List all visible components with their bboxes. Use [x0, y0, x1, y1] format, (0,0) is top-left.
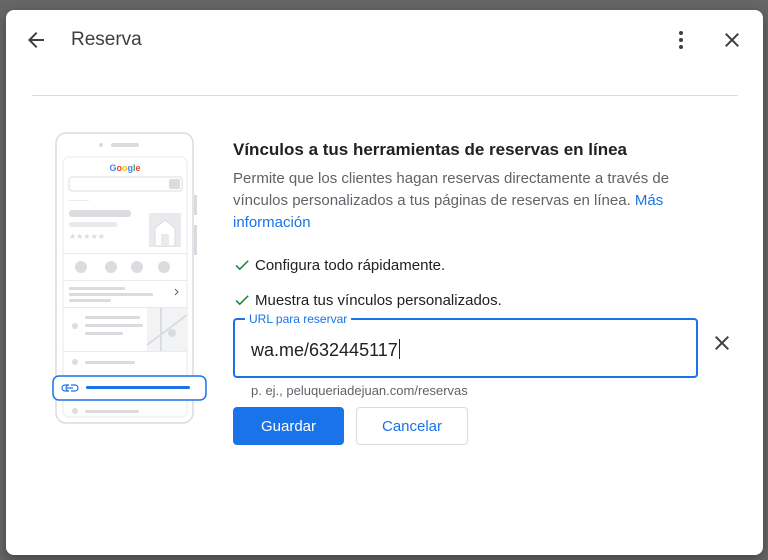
- header-divider: [32, 95, 738, 96]
- close-icon: [725, 33, 739, 47]
- check-icon: [235, 260, 249, 271]
- check-item: Configura todo rápidamente.: [233, 254, 723, 276]
- more-vert-icon: [679, 31, 683, 49]
- cancel-button[interactable]: Cancelar: [356, 407, 468, 445]
- clear-url-button[interactable]: [704, 325, 740, 361]
- booking-url-label: URL para reservar: [245, 312, 352, 326]
- url-hint: p. ej., peluqueriadejuan.com/reservas: [251, 383, 468, 398]
- main-content: Vínculos a tus herramientas de reservas …: [233, 138, 723, 311]
- back-button[interactable]: [18, 22, 54, 58]
- booking-dialog: Reserva Google ★★★★★ Vínculos a tus herr…: [6, 10, 763, 555]
- save-button[interactable]: Guardar: [233, 407, 344, 445]
- text-caret: [398, 339, 400, 359]
- close-button[interactable]: [714, 22, 750, 58]
- more-options-button[interactable]: [663, 22, 699, 58]
- dialog-header: Reserva: [6, 10, 763, 72]
- booking-url-field: URL para reservar wa.me/632445117: [233, 312, 698, 378]
- phone-illustration: Google ★★★★★: [51, 130, 211, 430]
- dialog-title: Reserva: [71, 29, 142, 50]
- svg-text:★★★★★: ★★★★★: [69, 232, 105, 241]
- booking-url-text: wa.me/632445117: [251, 340, 398, 360]
- section-heading: Vínculos a tus herramientas de reservas …: [233, 140, 628, 159]
- close-icon: [715, 336, 729, 350]
- section-description: Permite que los clientes hagan reservas …: [233, 168, 723, 234]
- booking-url-input[interactable]: URL para reservar wa.me/632445117: [233, 312, 698, 378]
- check-icon: [235, 295, 249, 306]
- arrow-back-icon: [28, 32, 44, 48]
- check-item-label: Configura todo rápidamente.: [255, 256, 446, 274]
- description-text: Permite que los clientes hagan reservas …: [233, 170, 670, 209]
- svg-text:Google: Google: [109, 163, 140, 173]
- booking-url-value[interactable]: wa.me/632445117: [251, 339, 400, 361]
- check-item-label: Muestra tus vínculos personalizados.: [255, 291, 502, 309]
- check-item: Muestra tus vínculos personalizados.: [233, 289, 723, 311]
